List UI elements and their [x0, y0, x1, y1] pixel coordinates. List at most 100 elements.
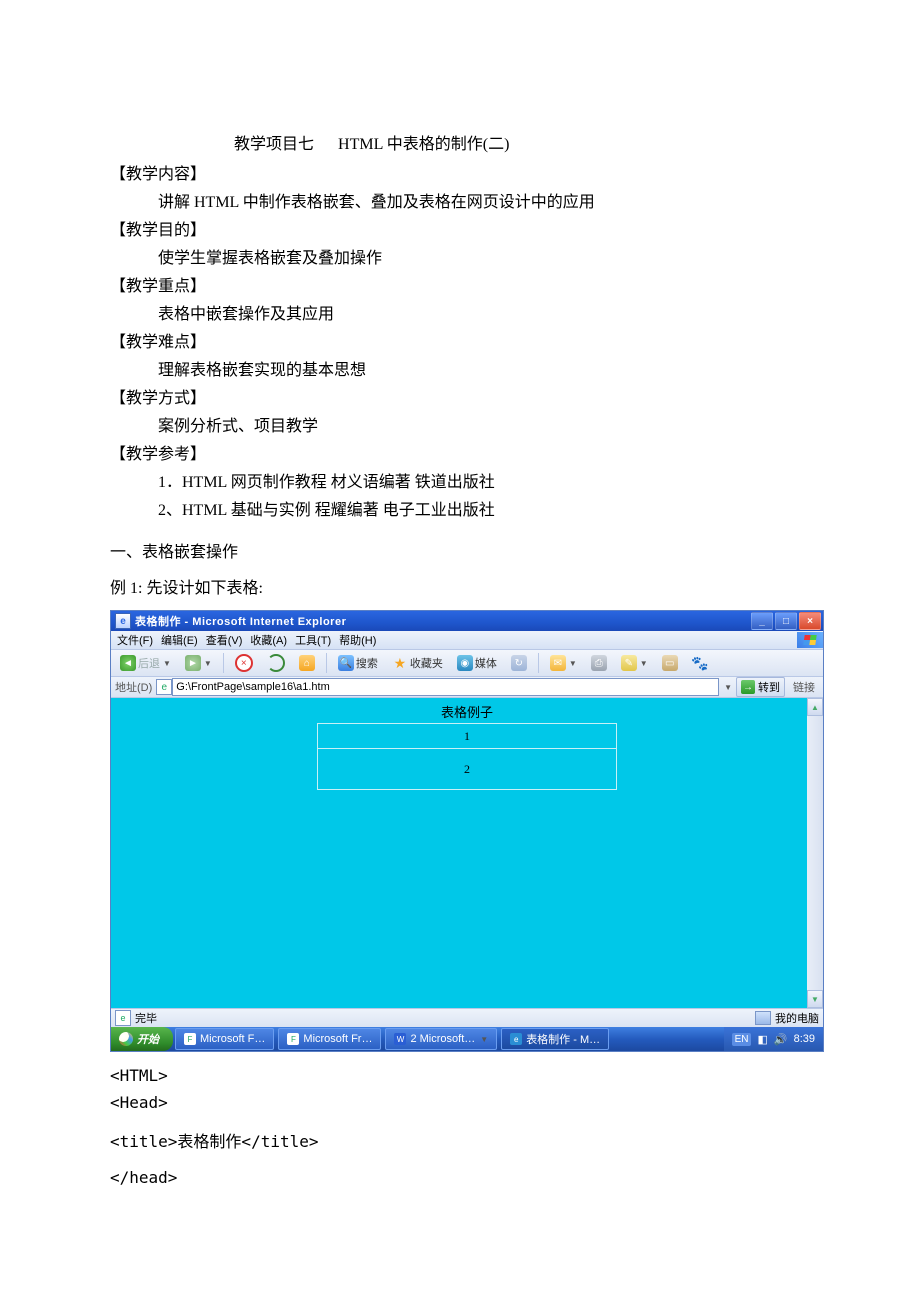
media-icon: ◉ [457, 655, 473, 671]
address-input[interactable] [172, 678, 719, 696]
taskbar-item-active[interactable]: e 表格制作 - M… [501, 1028, 609, 1050]
table-cell-1: 1 [318, 724, 617, 749]
document-page: 教学项目七 HTML 中表格的制作(二) 【教学内容】 讲解 HTML 中制作表… [0, 0, 920, 1300]
chevron-down-icon: ▼ [480, 1035, 488, 1044]
section-content-label: 【教学内容】 [110, 160, 810, 184]
task-label: Microsoft F… [200, 1033, 265, 1045]
menu-tools[interactable]: 工具(T) [293, 631, 333, 649]
minimize-button[interactable]: _ [751, 612, 773, 630]
heading-section-1: 一、表格嵌套操作 [110, 538, 810, 562]
edit-button[interactable]: ✎▼ [616, 652, 653, 674]
separator [326, 653, 327, 673]
address-bar: 地址(D) e ▼ → 转到 链接 [111, 677, 823, 698]
media-button[interactable]: ◉ 媒体 [452, 652, 502, 674]
favorites-label: 收藏夹 [410, 655, 443, 671]
table-cell-2: 2 [318, 749, 617, 790]
code-line-4: </head> [110, 1168, 810, 1187]
language-indicator[interactable]: EN [732, 1033, 752, 1046]
ie-window: e 表格制作 - Microsoft Internet Explorer _ □… [110, 610, 824, 1052]
home-button[interactable]: ⌂ [294, 652, 320, 674]
paw-icon: 🐾 [692, 655, 708, 671]
menu-bar: 文件(F) 编辑(E) 查看(V) 收藏(A) 工具(T) 帮助(H) [111, 631, 823, 650]
refresh-icon [267, 654, 285, 672]
section-focus-label: 【教学重点】 [110, 272, 810, 296]
edit-icon: ✎ [621, 655, 637, 671]
scroll-down-button[interactable]: ▼ [807, 990, 823, 1008]
section-content-text: 讲解 HTML 中制作表格嵌套、叠加及表格在网页设计中的应用 [158, 188, 810, 212]
clock[interactable]: 8:39 [794, 1033, 815, 1045]
print-button[interactable]: ⎙ [586, 652, 612, 674]
taskbar-item[interactable]: F Microsoft F… [175, 1028, 274, 1050]
address-label: 地址(D) [115, 679, 152, 695]
section-ref-1: 1．HTML 网页制作教程 材义语编著 铁道出版社 [158, 468, 810, 492]
maximize-button[interactable]: □ [775, 612, 797, 630]
home-icon: ⌂ [299, 655, 315, 671]
title-prefix: 教学项目七 [234, 136, 314, 153]
menu-file[interactable]: 文件(F) [115, 631, 155, 649]
start-icon [119, 1032, 133, 1046]
section-method-label: 【教学方式】 [110, 384, 810, 408]
search-button[interactable]: 🔍 搜索 [333, 652, 383, 674]
history-button[interactable]: ↻ [506, 652, 532, 674]
section-hard-text: 理解表格嵌套实现的基本思想 [158, 356, 810, 380]
back-icon: ◄ [120, 655, 136, 671]
lesson-title: 教学项目七 HTML 中表格的制作(二) [110, 130, 810, 154]
start-button[interactable]: 开始 [111, 1027, 173, 1051]
vertical-scrollbar[interactable]: ▲ ▼ [807, 698, 823, 1008]
stop-button[interactable]: × [230, 652, 258, 674]
taskbar-item[interactable]: F Microsoft Fr… [278, 1028, 381, 1050]
windows-flag-icon [797, 632, 823, 648]
app-icon: F [287, 1033, 299, 1045]
scroll-up-button[interactable]: ▲ [807, 698, 823, 716]
media-label: 媒体 [475, 655, 497, 671]
forward-button[interactable]: ► ▼ [180, 652, 217, 674]
tray-icon[interactable]: 🔊 [774, 1033, 788, 1046]
done-icon: e [115, 1010, 131, 1026]
mail-button[interactable]: ✉▼ [545, 652, 582, 674]
task-label: 表格制作 - M… [526, 1031, 600, 1047]
chevron-down-icon: ▼ [640, 659, 648, 668]
menu-help[interactable]: 帮助(H) [337, 631, 378, 649]
taskbar-item[interactable]: W 2 Microsoft… ▼ [385, 1028, 497, 1050]
back-label: 后退 [138, 655, 160, 671]
menu-edit[interactable]: 编辑(E) [159, 631, 200, 649]
chevron-down-icon: ▼ [204, 659, 212, 668]
section-ref-label: 【教学参考】 [110, 440, 810, 464]
links-label[interactable]: 链接 [789, 679, 819, 695]
address-dropdown-icon[interactable]: ▼ [724, 683, 732, 692]
stop-icon: × [235, 654, 253, 672]
separator [538, 653, 539, 673]
refresh-button[interactable] [262, 652, 290, 674]
table-caption: 表格例子 [111, 702, 823, 721]
discuss-button[interactable]: ▭ [657, 652, 683, 674]
tray-icon[interactable]: ◧ [757, 1033, 767, 1046]
favorites-button[interactable]: ★ 收藏夹 [387, 652, 448, 674]
system-tray: EN ◧ 🔊 8:39 [724, 1027, 823, 1051]
word-icon: W [394, 1033, 406, 1045]
ie-icon: e [510, 1033, 522, 1045]
mail-icon: ✉ [550, 655, 566, 671]
start-label: 开始 [137, 1031, 159, 1047]
go-button[interactable]: → 转到 [736, 677, 785, 697]
search-label: 搜索 [356, 655, 378, 671]
back-button[interactable]: ◄ 后退 ▼ [115, 652, 176, 674]
menu-view[interactable]: 查看(V) [204, 631, 245, 649]
scroll-track[interactable] [807, 716, 823, 990]
titlebar[interactable]: e 表格制作 - Microsoft Internet Explorer _ □… [111, 611, 823, 631]
forward-icon: ► [185, 655, 201, 671]
title-main: HTML 中表格的制作(二) [338, 136, 509, 153]
paw-button[interactable]: 🐾 [687, 652, 713, 674]
star-icon: ★ [392, 655, 408, 671]
zone-text: 我的电脑 [775, 1010, 819, 1026]
task-label: Microsoft Fr… [303, 1033, 372, 1045]
demo-table: 1 2 [317, 723, 617, 790]
toolbar: ◄ 后退 ▼ ► ▼ × ⌂ 🔍 搜索 ★ 收藏夹 ◉ 媒体 [111, 650, 823, 677]
taskbar: 开始 F Microsoft F… F Microsoft Fr… W 2 Mi… [111, 1027, 823, 1051]
status-bar: e 完毕 我的电脑 [111, 1008, 823, 1027]
go-label: 转到 [758, 679, 780, 695]
section-ref-2: 2、HTML 基础与实例 程耀编著 电子工业出版社 [158, 496, 810, 520]
status-text: 完毕 [135, 1010, 157, 1026]
section-hard-label: 【教学难点】 [110, 328, 810, 352]
menu-favorites[interactable]: 收藏(A) [248, 631, 289, 649]
close-button[interactable]: × [799, 612, 821, 630]
